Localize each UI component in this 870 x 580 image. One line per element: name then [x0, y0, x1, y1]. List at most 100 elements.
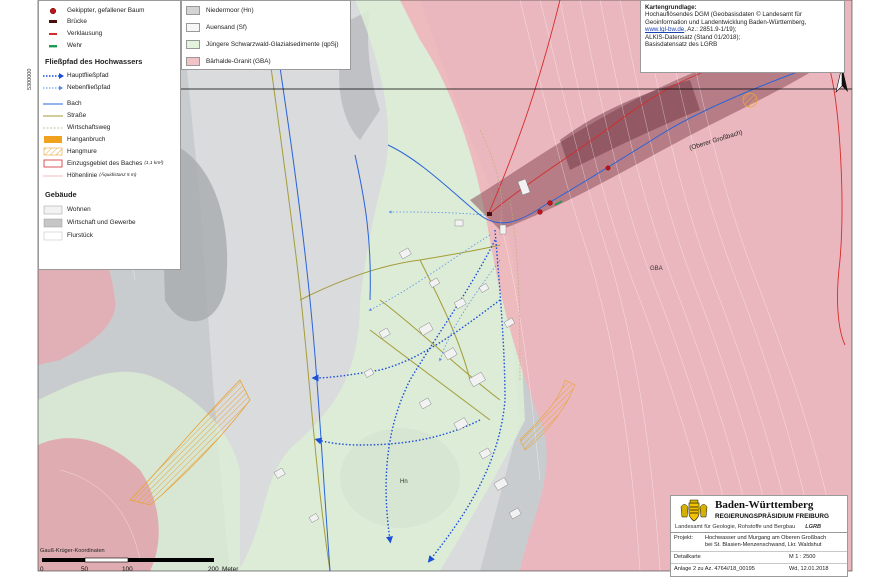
- slope-break-circle: [742, 92, 758, 108]
- office-name: Landesamt für Geologie, Rohstoffe und Be…: [675, 524, 796, 530]
- mudflow-icon: [43, 147, 63, 156]
- legend-label: Brücke: [67, 18, 87, 25]
- legend-label: Flurstück: [67, 232, 93, 239]
- project-line1: Hochwasser und Murgang am Oberen Großbac…: [705, 535, 827, 541]
- map-basis-title: Kartengrundlage:: [645, 4, 697, 11]
- map-basis-line4: ALKIS-Datensatz (Stand 01/2018);: [645, 33, 741, 41]
- legend-label: Wirtschaft und Gewerbe: [67, 219, 136, 226]
- legend-label: Hangmure: [67, 148, 97, 155]
- map-basis-link[interactable]: www.lgl-bw.de: [645, 26, 684, 33]
- legend-item-commercial: Wirtschaft und Gewerbe: [39, 217, 136, 228]
- legend-label: Einzugsgebiet des Baches: [67, 160, 143, 167]
- track-line-icon: [43, 127, 63, 128]
- legend-item-road: Straße: [39, 110, 86, 121]
- legend-item-parcel: Flurstück: [39, 230, 93, 241]
- legend-item-weir: Wehr: [39, 40, 82, 51]
- legend-label: Nebenfließpfad: [67, 84, 111, 91]
- title-block: Baden-Württemberg REGIERUNGSPRÄSIDIUM FR…: [670, 495, 848, 577]
- geology-swatch-sf: [186, 22, 200, 32]
- legend-item-mudflow: Hangmure: [39, 146, 97, 157]
- legend-heading-buildings: Gebäude: [45, 190, 77, 199]
- legend-label: Jüngere Schwarzwald-Glazialsedimente (qp…: [206, 40, 339, 48]
- parcel-icon: [43, 231, 63, 240]
- geology-label-gba: GBA: [650, 266, 663, 272]
- legend-label: Straße: [67, 112, 87, 119]
- map-basis-panel: Kartengrundlage: Hochauflösendes DGM (Ge…: [640, 0, 845, 73]
- road-line-icon: [43, 114, 63, 117]
- map-basis-line5: Basisdatensatz des LGRB: [645, 41, 718, 49]
- geology-swatch-gba: [186, 56, 200, 66]
- sheet-row: Detailkarte M 1 : 2500: [671, 552, 847, 564]
- side-flow-arrow-icon: [43, 85, 63, 90]
- legend-label: Bach: [67, 100, 82, 107]
- map-basis-line3-rest: , Az.: 2851.9-1/19);: [684, 26, 737, 34]
- office-logo: LGRB: [805, 524, 822, 530]
- scale-bar: Gauß-Krüger-Koordinaten 0 50 100 200 Met…: [40, 548, 240, 576]
- legend-label: Auensand (Sf): [206, 23, 247, 31]
- red-dot-icon: [49, 7, 57, 14]
- map-scale: M 1 : 2500: [789, 554, 816, 560]
- legend-geology-qpsj: Jüngere Schwarzwald-Glazialsedimente (qp…: [182, 38, 339, 50]
- main-flow-arrow-icon: [43, 72, 64, 79]
- scale-tick-50: 50: [81, 566, 89, 573]
- legend-label: Wohnen: [67, 206, 91, 213]
- legend-geology-hn: Niedermoor (Hn): [182, 4, 254, 16]
- legend-item-side-flow: Nebenfließpfad: [39, 82, 110, 93]
- commercial-icon: [43, 218, 63, 227]
- office-line: Landesamt für Geologie, Rohstoffe und Be…: [675, 524, 821, 530]
- coat-of-arms-icon: [680, 499, 708, 522]
- crs-label: Gauß-Krüger-Koordinaten: [40, 548, 105, 554]
- legend-panel-geology: Niedermoor (Hn) Auensand (Sf) Jüngere Sc…: [181, 0, 351, 70]
- legend-item-catchment: Einzugsgebiet des Baches (1,1 km²): [39, 158, 164, 169]
- coord-left-label: 5300000: [27, 68, 33, 90]
- geology-label-hn: Hn: [400, 479, 408, 485]
- title-block-header: Baden-Württemberg REGIERUNGSPRÄSIDIUM FR…: [671, 496, 847, 533]
- bridge-icon: [49, 19, 57, 23]
- legend-label: Bärhalde-Granit (GBA): [206, 57, 271, 65]
- legend-geology-gba: Bärhalde-Granit (GBA): [182, 55, 271, 67]
- map-basis-line1: Hochauflösendes DGM (Geobasisdaten © Lan…: [645, 11, 802, 19]
- legend-note: (1,1 km²): [144, 161, 164, 166]
- legend-item-track: Wirtschaftsweg: [39, 122, 110, 133]
- legend-item-main-flow: Hauptfließpfad: [39, 70, 109, 81]
- legend-item-fallen-tree: Gekippter, gefallener Baum: [39, 5, 144, 16]
- scale-tick-100: 100: [122, 566, 133, 573]
- project-row: Projekt: Hochwasser und Murgang am Obere…: [671, 533, 847, 552]
- project-label: Projekt:: [674, 535, 693, 541]
- bridge-mark: [487, 212, 492, 216]
- legend-note: (Äquidistanz 5 m): [99, 173, 137, 178]
- legend-item-contour: Höhenlinie (Äquidistanz 5 m): [39, 170, 137, 181]
- slope-break-icon: [44, 136, 62, 143]
- jam-icon: [49, 32, 57, 35]
- scale-unit: Meter: [222, 566, 239, 573]
- map-margin-right: [852, 0, 870, 580]
- legend-panel-left: Gekippter, gefallener Baum Brücke Verkla…: [38, 0, 181, 270]
- legend-heading-flow: Fließpfad des Hochwassers: [45, 57, 143, 66]
- scale-bar-graphic: [42, 557, 214, 563]
- scale-tick-0: 0: [40, 566, 44, 573]
- scale-tick-200: 200: [208, 566, 219, 573]
- authority-name: REGIERUNGSPRÄSIDIUM FREIBURG: [715, 513, 829, 520]
- legend-item-jam: Verklausung: [39, 28, 102, 39]
- map-date: Wd, 12.01.2018: [789, 566, 829, 572]
- legend-label: Hanganbruch: [67, 136, 106, 143]
- legend-label: Wehr: [67, 42, 83, 49]
- legend-label: Höhenlinie: [67, 172, 98, 179]
- sheet-type: Detailkarte: [674, 554, 701, 560]
- legend-item-slope-break: Hanganbruch: [39, 134, 105, 145]
- legend-label: Wirtschaftsweg: [67, 124, 111, 131]
- legend-geology-sf: Auensand (Sf): [182, 21, 247, 33]
- stream-line-icon: [43, 102, 63, 105]
- attachment-row: Anlage 2 zu Az. 4764//18_00195 Wd, 12.01…: [671, 564, 847, 576]
- map-basis-line2: Geoinformation und Landentwicklung Baden…: [645, 18, 807, 26]
- project-line2: bei St. Blasien-Menzenschwand, Lkr. Wald…: [705, 542, 822, 548]
- contour-icon: [43, 175, 63, 176]
- catchment-icon: [43, 159, 63, 168]
- map-basis-line3: www.lgl-bw.de, Az.: 2851.9-1/19);: [645, 26, 840, 33]
- residential-icon: [43, 205, 63, 214]
- legend-item-stream: Bach: [39, 98, 82, 109]
- legend-label: Niedermoor (Hn): [206, 6, 254, 14]
- geology-swatch-qpsj: [186, 39, 200, 49]
- attachment-ref: Anlage 2 zu Az. 4764//18_00195: [674, 566, 755, 572]
- legend-item-bridge: Brücke: [39, 16, 87, 27]
